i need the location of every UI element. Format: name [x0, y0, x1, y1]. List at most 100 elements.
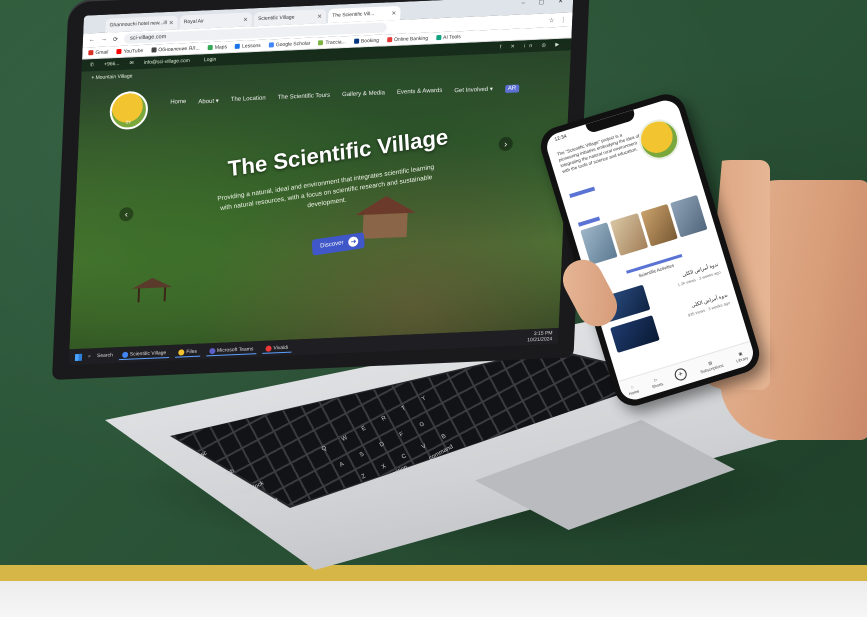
tab-label: Royal Air: [183, 18, 204, 26]
tab-label: Ghannouchi hotel new...ill: [109, 20, 167, 29]
floor: [0, 581, 867, 617]
taskbar-app[interactable]: Microsoft Teams: [205, 344, 257, 356]
bookmark-item[interactable]: Online Banking: [386, 35, 429, 43]
nav-home[interactable]: ⌂ Home: [626, 382, 640, 396]
bookmark-icon: [151, 47, 157, 53]
nav-item-about[interactable]: About ▾: [198, 98, 219, 107]
bookmark-icon: [386, 36, 393, 43]
bookmark-icon: [207, 44, 213, 50]
nav-shorts[interactable]: ▷ Shorts: [649, 375, 664, 389]
close-icon[interactable]: ✕: [317, 13, 322, 20]
taskbar-app-label: Vivaldi: [273, 344, 289, 351]
bookmark-label: Lessons: [241, 42, 261, 50]
bookmark-item[interactable]: Lessons: [234, 42, 261, 50]
bookmark-label: Maps: [214, 43, 228, 51]
bookmark-label: Google Scholar: [275, 40, 311, 48]
bookmark-label: YouTube: [123, 47, 144, 55]
close-icon[interactable]: ✕: [243, 16, 248, 23]
bookmark-icon: [88, 49, 94, 56]
nav-item-tours[interactable]: The Scientific Tours: [277, 93, 331, 103]
video-thumbnail: [610, 315, 660, 353]
site-nav: Home About ▾ The Location The Scientific…: [170, 84, 520, 108]
bookmark-icon: [318, 39, 324, 46]
pin-icon: ⌖: [91, 75, 95, 82]
location-text: Mountain Village: [95, 73, 133, 81]
window-controls[interactable]: – ▢ ✕: [521, 0, 569, 7]
bookmark-icon: [116, 48, 122, 54]
bookmark-item[interactable]: Maps: [207, 43, 228, 51]
bookmark-label: Gmail: [95, 48, 109, 56]
phone-gallery: [580, 194, 708, 265]
board-ledge: [0, 565, 867, 581]
nav-item-events[interactable]: Events & Awards: [397, 88, 443, 98]
nav-item-get-involved[interactable]: Get Involved ▾: [454, 86, 493, 96]
close-icon[interactable]: ✕: [391, 10, 396, 17]
laptop-screen: Ghannouchi hotel new...ill ✕ Royal Air ✕ S…: [68, 0, 574, 366]
plus-icon: +: [673, 366, 689, 382]
tab-label: Scientific Village: [257, 14, 295, 23]
nav-item-location[interactable]: The Location: [231, 95, 266, 105]
nav-item-gallery[interactable]: Gallery & Media: [342, 90, 385, 100]
bookmark-item[interactable]: Traccia...: [318, 39, 346, 46]
phone-icon: ✆: [89, 62, 95, 69]
nav-create[interactable]: +: [673, 366, 689, 382]
nav-label: Home: [628, 387, 640, 396]
taskbar-search[interactable]: Search: [97, 352, 113, 359]
discover-button[interactable]: Discover ➜: [311, 232, 366, 256]
site-logo[interactable]: SV: [108, 90, 149, 131]
taskbar-app[interactable]: Vivaldi: [262, 343, 292, 354]
star-icon[interactable]: ☆: [549, 17, 555, 24]
social-icons[interactable]: f ✕ in ◎ ▶: [500, 42, 564, 51]
bookmark-item[interactable]: YouTube: [116, 47, 143, 54]
logo-caption: SV: [125, 119, 132, 125]
slider-next-button[interactable]: ›: [498, 136, 514, 152]
start-icon[interactable]: [74, 353, 83, 361]
bookmark-item[interactable]: Обновление ЯЛ...: [151, 45, 200, 53]
bookmark-icon: [436, 34, 442, 40]
nav-item-home[interactable]: Home: [170, 99, 186, 108]
taskbar-app[interactable]: Scientific Village: [118, 348, 170, 360]
close-icon[interactable]: ✕: [169, 19, 174, 26]
phone-about-text: The "Scientific Village" project is a pi…: [556, 132, 640, 175]
bookmark-label: AI Tools: [442, 33, 462, 41]
topbar-phone[interactable]: +966...: [104, 61, 120, 68]
bookmark-item[interactable]: Booking: [353, 37, 379, 44]
hut-image: [131, 277, 173, 303]
slider-prev-button[interactable]: ‹: [119, 206, 134, 222]
teams-icon: [208, 347, 216, 354]
back-icon[interactable]: ←: [89, 37, 95, 43]
nav-library[interactable]: ▣ Library: [734, 349, 749, 364]
bookmark-label: Online Banking: [393, 35, 429, 43]
discover-label: Discover: [320, 240, 344, 250]
bookmark-icon: [353, 38, 360, 44]
laptop-lid: Ghannouchi hotel new...ill ✕ Royal Air ✕ S…: [52, 0, 591, 380]
vivaldi-icon: [265, 345, 272, 352]
chrome-icon: [121, 351, 128, 358]
login-link[interactable]: Login: [204, 57, 217, 64]
mail-icon: ✉: [129, 60, 134, 67]
taskbar-app-label: Microsoft Teams: [216, 345, 254, 354]
tab-label: The Scientific Vill...: [332, 10, 375, 19]
bookmark-icon: [234, 43, 241, 49]
nav-label: Library: [735, 354, 749, 364]
forward-icon[interactable]: →: [101, 37, 107, 43]
website-hero: ✆ +966... ✉ info@sci-village.com Login f…: [69, 38, 572, 350]
menu-icon[interactable]: ⋮: [560, 16, 566, 23]
bookmark-label: Traccia...: [325, 38, 346, 46]
topbar-email[interactable]: info@sci-village.com: [144, 58, 190, 66]
reload-icon[interactable]: ⟳: [113, 36, 118, 43]
arrow-right-icon: ➜: [348, 235, 359, 248]
taskbar-app[interactable]: Files: [175, 347, 201, 358]
taskbar-clock[interactable]: 3:15 PM 10/21/2024: [527, 330, 553, 343]
nav-label: Shorts: [651, 380, 664, 389]
clock-date: 10/21/2024: [527, 336, 553, 344]
nav-subscriptions[interactable]: ▤ Subscriptions: [698, 356, 724, 374]
bookmark-item[interactable]: Google Scholar: [268, 40, 311, 48]
bookmark-item[interactable]: Gmail: [88, 48, 109, 56]
taskbar-app-label: Files: [186, 348, 198, 355]
location-label: ⌖ Mountain Village: [91, 73, 132, 81]
search-icon[interactable]: ⌕: [88, 353, 91, 359]
bookmark-item[interactable]: AI Tools: [436, 34, 461, 41]
home-icon: ⌂: [630, 383, 635, 389]
language-toggle[interactable]: AR: [504, 84, 520, 94]
